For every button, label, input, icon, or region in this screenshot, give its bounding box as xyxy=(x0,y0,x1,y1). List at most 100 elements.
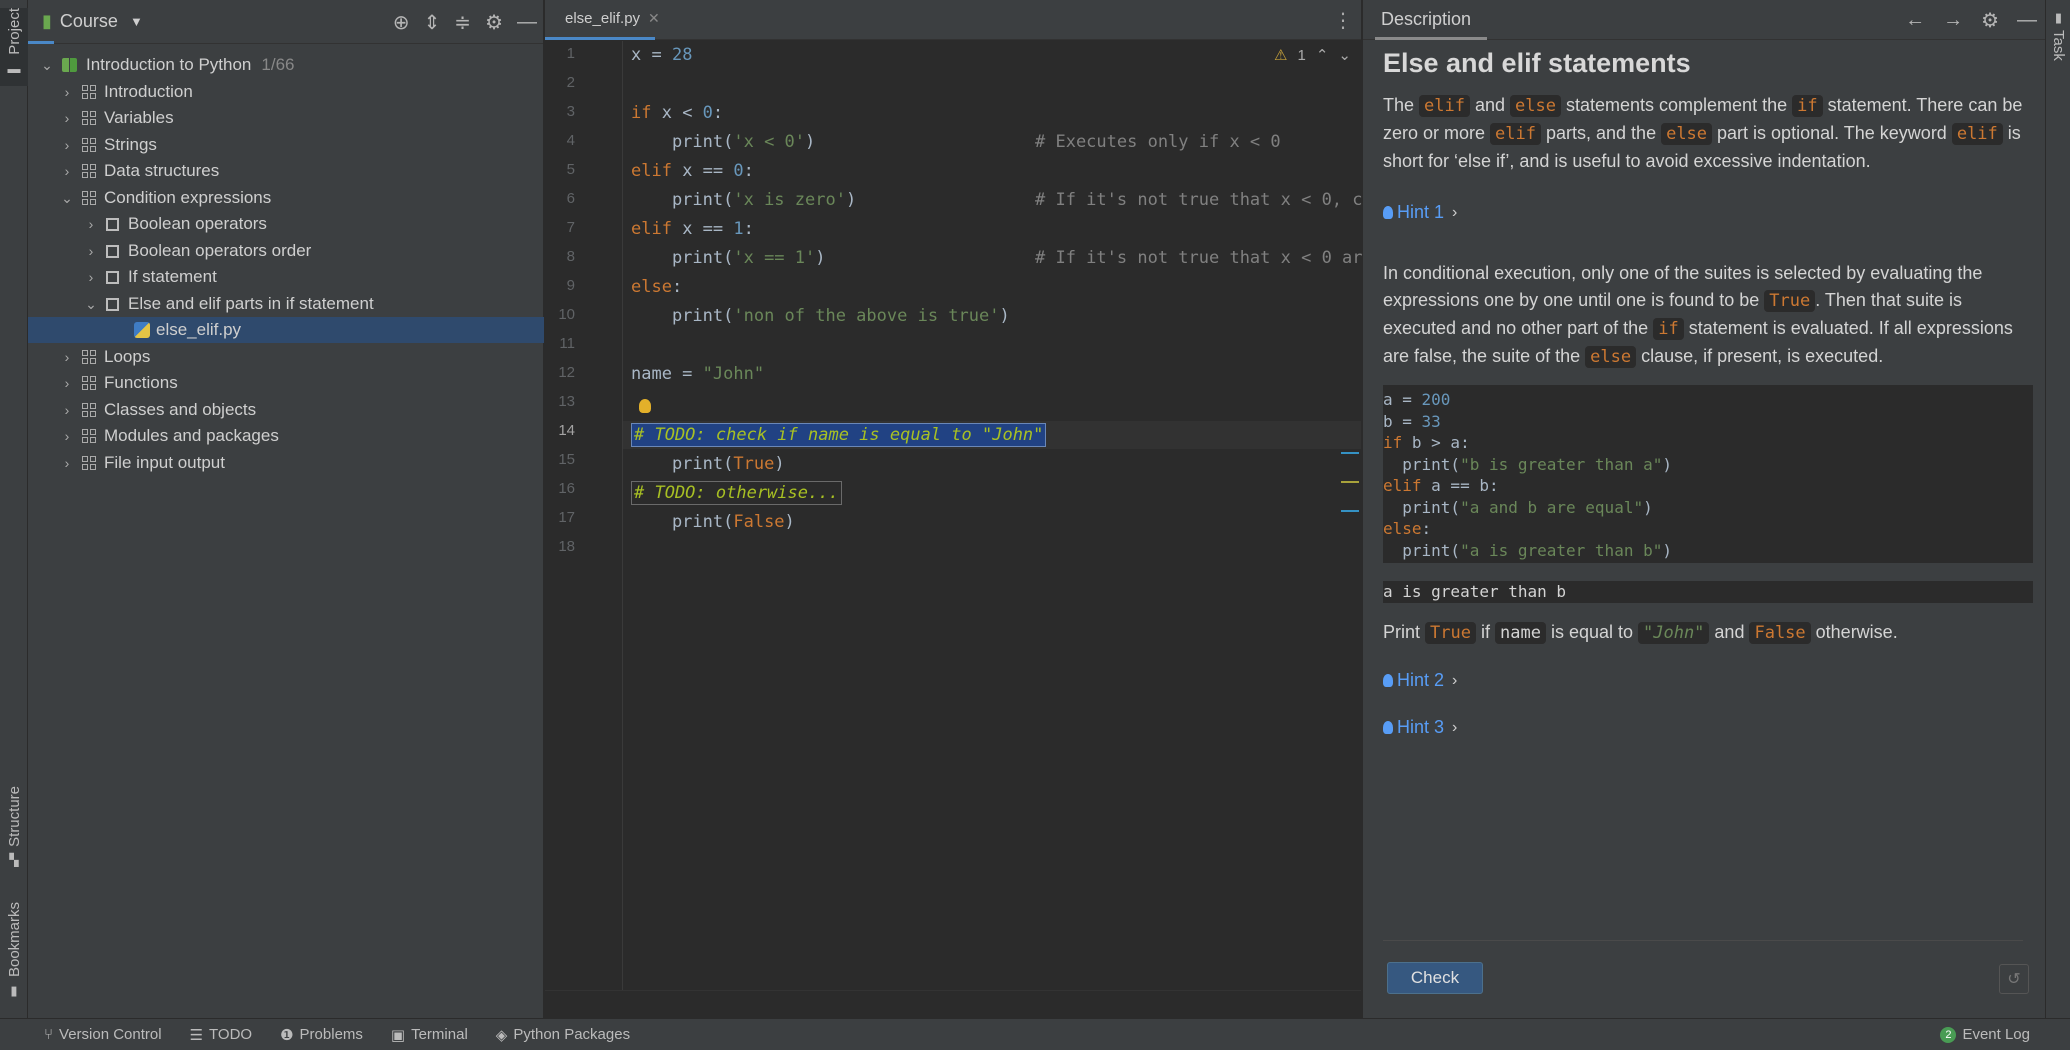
reset-icon[interactable]: ↺ xyxy=(1999,964,2029,994)
chevron-right-icon[interactable]: › xyxy=(58,137,76,153)
locate-icon[interactable]: ⊕ xyxy=(393,10,410,35)
editor-tab-else-elif[interactable]: else_elif.py ✕ xyxy=(545,0,660,40)
more-vertical-icon[interactable]: ⋮ xyxy=(1333,8,1353,33)
scrollbar-marker[interactable] xyxy=(1341,452,1359,454)
chevron-down-icon[interactable]: ⌄ xyxy=(58,190,76,207)
chevron-right-icon[interactable]: › xyxy=(58,110,76,126)
chevron-right-icon[interactable]: › xyxy=(82,243,100,259)
code-line[interactable]: print('x == 1') # If it's not true that x… xyxy=(631,243,1363,272)
todo-comment-selected[interactable]: # TODO: check if name is equal to "John" xyxy=(631,422,1047,447)
lesson-icon xyxy=(82,164,96,178)
code-line[interactable]: elif x == 1: xyxy=(631,214,754,243)
code-line[interactable]: print(True) xyxy=(631,449,785,478)
gear-icon[interactable]: ⚙ xyxy=(1981,8,1999,33)
chevron-down-icon[interactable]: ▼ xyxy=(130,14,143,29)
chevron-right-icon[interactable]: › xyxy=(58,402,76,418)
chevron-right-icon[interactable]: › xyxy=(58,455,76,471)
inspection-widget[interactable]: ⚠ 1 ⌃ ⌄ xyxy=(1274,46,1351,65)
chevron-down-icon[interactable]: ⌄ xyxy=(1338,46,1351,64)
hint-label: Hint 2 xyxy=(1397,670,1445,690)
tree-item-if-statement[interactable]: › If statement xyxy=(28,264,544,290)
chevron-right-icon[interactable]: › xyxy=(58,349,76,365)
line-number: 17 xyxy=(558,509,575,526)
chevron-right-icon[interactable]: › xyxy=(58,428,76,444)
course-book-icon: ▮ xyxy=(42,11,52,31)
code-line[interactable]: name = "John" xyxy=(631,359,764,388)
tree-item-functions[interactable]: › Functions xyxy=(28,370,544,396)
python-packages-button[interactable]: ◈ Python Packages xyxy=(496,1026,630,1044)
minimize-icon[interactable]: — xyxy=(517,11,537,34)
lesson-icon xyxy=(82,350,96,364)
tree-item-else-elif[interactable]: ⌄ Else and elif parts in if statement xyxy=(28,291,544,317)
tool-tab-project[interactable]: Project ▬ xyxy=(0,8,28,86)
tree-item-loops[interactable]: › Loops xyxy=(28,344,544,370)
code-line[interactable]: print('x is zero') # If it's not true tha… xyxy=(631,185,1363,214)
tree-item-modules[interactable]: › Modules and packages xyxy=(28,423,544,449)
tree-item-boolean-operators-order[interactable]: › Boolean operators order xyxy=(28,238,544,264)
close-icon[interactable]: ✕ xyxy=(648,10,660,27)
active-underline xyxy=(1375,37,1487,40)
code-line[interactable]: print('non of the above is true') xyxy=(631,301,1010,330)
hint-label: Hint 1 xyxy=(1397,202,1445,222)
tree-item-variables[interactable]: › Variables xyxy=(28,105,544,131)
project-view-selector[interactable]: Course xyxy=(60,11,118,32)
tool-tab-task[interactable]: ▮ Task xyxy=(2046,10,2070,61)
task-icon xyxy=(106,270,119,284)
status-label: Problems xyxy=(299,1026,363,1043)
tree-item-strings[interactable]: › Strings xyxy=(28,132,544,158)
chevron-right-icon[interactable]: › xyxy=(82,269,100,285)
code-line[interactable]: x = 28 xyxy=(631,40,692,69)
check-button[interactable]: Check xyxy=(1387,962,1483,994)
gear-icon[interactable]: ⚙ xyxy=(485,10,503,35)
terminal-button[interactable]: ▣ Terminal xyxy=(391,1026,468,1044)
tool-tab-project-label: Project xyxy=(5,8,23,55)
chevron-down-icon[interactable]: ⌄ xyxy=(38,57,56,74)
chevron-up-icon[interactable]: ⌃ xyxy=(1316,46,1329,64)
chevron-down-icon[interactable]: ⌄ xyxy=(82,296,100,313)
code-line[interactable]: print('x < 0') # Executes only if x < 0 xyxy=(631,127,1281,156)
tree-item-data-structures[interactable]: › Data structures xyxy=(28,158,544,184)
active-underline xyxy=(28,41,54,44)
tool-tab-structure[interactable]: Structure ▚ xyxy=(0,786,28,876)
python-file-icon xyxy=(134,322,150,338)
code-line[interactable]: if x < 0: xyxy=(631,98,723,127)
hint-2[interactable]: Hint 2 › xyxy=(1383,667,2033,694)
minimize-icon[interactable]: — xyxy=(2017,9,2037,32)
lightbulb-icon[interactable] xyxy=(639,399,651,413)
description-tab[interactable]: Description xyxy=(1381,9,1471,30)
tree-item-introduction[interactable]: › Introduction xyxy=(28,79,544,105)
tree-item-classes[interactable]: › Classes and objects xyxy=(28,397,544,423)
chevron-right-icon[interactable]: › xyxy=(58,375,76,391)
tree-item-boolean-operators[interactable]: › Boolean operators xyxy=(28,211,544,237)
chevron-right-icon[interactable]: › xyxy=(58,163,76,179)
todo-comment[interactable]: # TODO: otherwise... xyxy=(631,480,842,505)
tree-root[interactable]: ⌄ Introduction to Python 1/66 xyxy=(28,52,544,78)
editor-tab-label: else_elif.py xyxy=(565,10,641,27)
event-log-button[interactable]: 2 Event Log xyxy=(1940,1026,2030,1043)
arrow-left-icon[interactable]: ← xyxy=(1905,9,1925,32)
line-number: 15 xyxy=(558,451,575,468)
scrollbar-marker[interactable] xyxy=(1341,510,1359,512)
code-line[interactable]: print(False) xyxy=(631,507,795,536)
version-control-button[interactable]: ⑂ Version Control xyxy=(44,1026,162,1043)
collapse-all-icon[interactable]: ≑ xyxy=(454,10,471,35)
arrow-right-icon[interactable]: → xyxy=(1943,9,1963,32)
chevron-right-icon[interactable]: › xyxy=(58,84,76,100)
tree-item-condition-expressions[interactable]: ⌄ Condition expressions xyxy=(28,185,544,211)
left-tool-strip: Project ▬ Structure ▚ Bookmarks ▮ xyxy=(0,0,28,1018)
problems-button[interactable]: ❶ Problems xyxy=(280,1026,363,1044)
horizontal-scrollbar[interactable] xyxy=(545,990,1361,1018)
tree-item-file-else-elif[interactable]: else_elif.py xyxy=(28,317,544,343)
code-line[interactable]: else: xyxy=(631,272,682,301)
hint-3[interactable]: Hint 3 › xyxy=(1383,714,2033,741)
todo-button[interactable]: ☰ TODO xyxy=(190,1026,253,1044)
chevron-right-icon[interactable]: › xyxy=(82,216,100,232)
hint-1[interactable]: Hint 1 › xyxy=(1383,199,2033,226)
expand-all-icon[interactable]: ⇕ xyxy=(424,10,441,35)
code-line[interactable]: # TODO: otherwise... xyxy=(631,478,842,507)
tree-item-file-io[interactable]: › File input output xyxy=(28,450,544,476)
code-line[interactable]: elif x == 0: xyxy=(631,156,754,185)
code-line[interactable]: # TODO: check if name is equal to "John" xyxy=(631,420,1047,449)
scrollbar-marker[interactable] xyxy=(1341,481,1359,483)
tool-tab-bookmarks[interactable]: Bookmarks ▮ xyxy=(0,902,28,1002)
